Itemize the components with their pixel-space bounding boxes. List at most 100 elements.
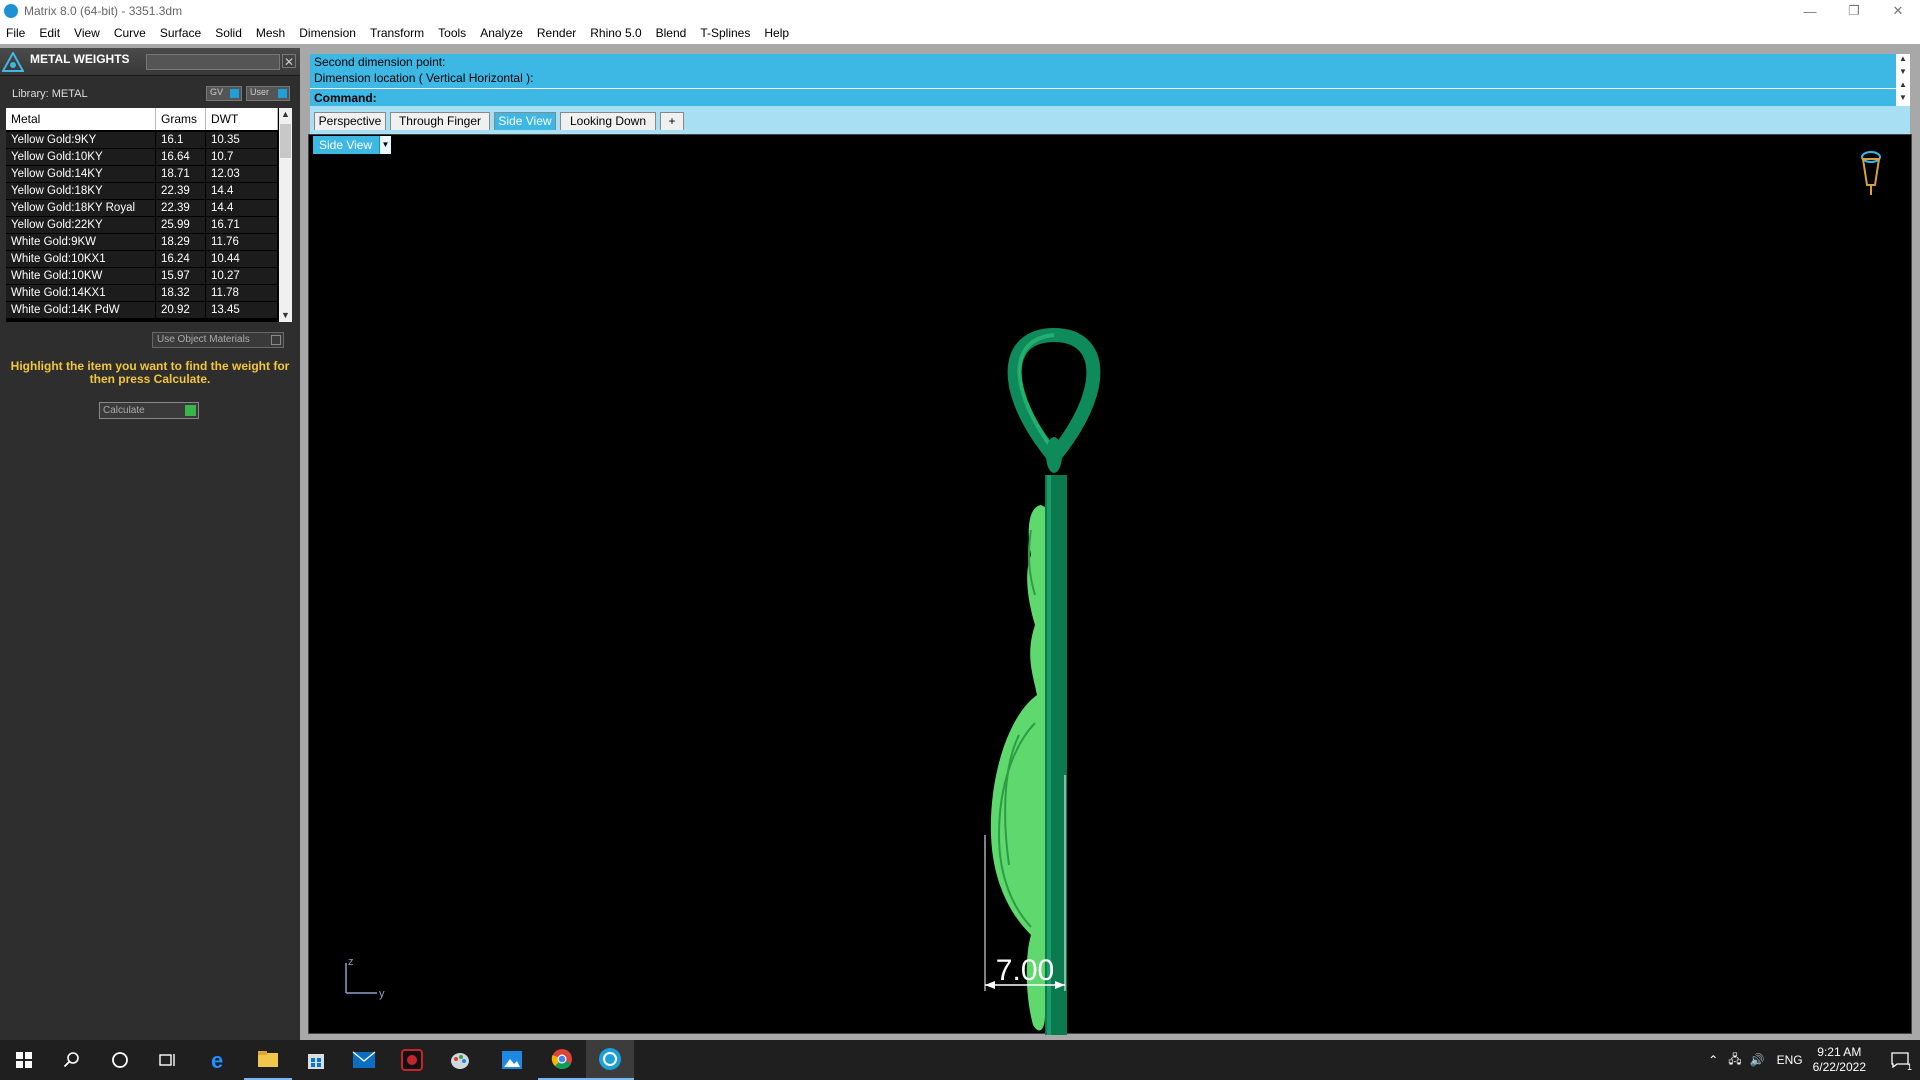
- column-header-metal[interactable]: Metal: [6, 108, 156, 130]
- svg-text:e: e: [211, 1049, 223, 1071]
- use-object-materials-checkbox[interactable]: Use Object Materials: [152, 332, 284, 348]
- table-row[interactable]: Yellow Gold:18KY Royal 22.39 14.4: [6, 200, 278, 217]
- scroll-up-icon[interactable]: ▲: [279, 108, 292, 121]
- user-toggle[interactable]: User: [246, 86, 290, 101]
- viewport-tabs: Perspective Through Finger Side View Loo…: [310, 106, 1910, 134]
- table-scrollbar[interactable]: ▲ ▼: [279, 108, 292, 322]
- menu-tsplines[interactable]: T-Splines: [700, 26, 750, 40]
- cell-metal: White Gold:14KX1: [6, 285, 156, 301]
- cortana-icon[interactable]: [96, 1040, 144, 1080]
- table-row[interactable]: White Gold:14KX1 18.32 11.78: [6, 285, 278, 302]
- menu-blend[interactable]: Blend: [656, 26, 687, 40]
- cell-metal: White Gold:14K PdW: [6, 302, 156, 318]
- tab-perspective[interactable]: Perspective: [314, 112, 386, 130]
- table-row[interactable]: Yellow Gold:10KY 16.64 10.7: [6, 149, 278, 166]
- cell-dwt: 10.35: [206, 132, 278, 148]
- scroll-down-icon[interactable]: ▼: [1896, 93, 1910, 106]
- column-header-dwt[interactable]: DWT: [206, 108, 278, 130]
- menu-edit[interactable]: Edit: [39, 26, 60, 40]
- photos-icon[interactable]: [488, 1040, 536, 1080]
- tray-chevron-icon[interactable]: ⌃: [1708, 1053, 1718, 1067]
- panel-close-icon[interactable]: ✕: [282, 54, 296, 69]
- menu-surface[interactable]: Surface: [160, 26, 201, 40]
- table-row[interactable]: Yellow Gold:9KY 16.1 10.35: [6, 132, 278, 149]
- table-row[interactable]: Yellow Gold:18KY 22.39 14.4: [6, 183, 278, 200]
- table-row[interactable]: Yellow Gold:22KY 25.99 16.71: [6, 217, 278, 234]
- menu-file[interactable]: File: [6, 26, 25, 40]
- front-relief: [990, 505, 1045, 1031]
- cell-metal: White Gold:10KW: [6, 268, 156, 284]
- search-icon[interactable]: [48, 1040, 96, 1080]
- minimize-button[interactable]: —: [1788, 0, 1832, 22]
- menu-rhino[interactable]: Rhino 5.0: [590, 26, 641, 40]
- store-icon[interactable]: [292, 1040, 340, 1080]
- menu-transform[interactable]: Transform: [370, 26, 424, 40]
- paint-icon[interactable]: [436, 1040, 484, 1080]
- network-icon[interactable]: 🖧: [1728, 1050, 1741, 1071]
- menu-help[interactable]: Help: [764, 26, 789, 40]
- volume-icon[interactable]: 🔊: [1750, 1053, 1765, 1067]
- cell-dwt: 13.45: [206, 302, 278, 318]
- view-gumball-icon[interactable]: [1861, 151, 1881, 195]
- table-row[interactable]: White Gold:10KW 15.97 10.27: [6, 268, 278, 285]
- matrix-icon[interactable]: [586, 1040, 634, 1080]
- menu-view[interactable]: View: [74, 26, 100, 40]
- chrome-icon[interactable]: [538, 1040, 586, 1080]
- action-center-icon[interactable]: 1: [1880, 1040, 1920, 1080]
- menu-curve[interactable]: Curve: [114, 26, 146, 40]
- calculate-button[interactable]: Calculate: [99, 402, 199, 419]
- column-header-grams[interactable]: Grams: [156, 108, 206, 130]
- cell-dwt: 10.27: [206, 268, 278, 284]
- scroll-down-icon[interactable]: ▼: [1896, 67, 1910, 80]
- edge-icon[interactable]: e: [196, 1040, 244, 1080]
- scroll-up-icon[interactable]: ▲: [1896, 80, 1910, 93]
- cell-dwt: 10.44: [206, 251, 278, 267]
- file-explorer-icon[interactable]: [244, 1040, 292, 1080]
- cell-grams: 16.64: [156, 149, 206, 165]
- user-label: User: [250, 87, 270, 97]
- command-input[interactable]: [388, 90, 1888, 105]
- menu-dimension[interactable]: Dimension: [299, 26, 356, 40]
- dimension-value: 7.00: [996, 954, 1054, 987]
- side-view-viewport[interactable]: Side View ▼ 7.00 z y: [308, 134, 1913, 1035]
- mail-icon[interactable]: [340, 1040, 388, 1080]
- menu-tools[interactable]: Tools: [438, 26, 466, 40]
- tab-through-finger[interactable]: Through Finger: [390, 112, 490, 130]
- clock-time: 9:21 AM: [1817, 1045, 1862, 1059]
- calculate-label: Calculate: [103, 405, 145, 416]
- table-row[interactable]: White Gold:9KW 18.29 11.76: [6, 234, 278, 251]
- cell-grams: 18.71: [156, 166, 206, 182]
- task-view-icon[interactable]: [144, 1040, 192, 1080]
- command-scrollbar[interactable]: ▲ ▼ ▲ ▼: [1896, 54, 1910, 106]
- cell-grams: 20.92: [156, 302, 206, 318]
- scroll-down-icon[interactable]: ▼: [279, 309, 292, 322]
- gv-toggle[interactable]: GV: [206, 86, 242, 101]
- menu-solid[interactable]: Solid: [215, 26, 242, 40]
- cell-metal: Yellow Gold:9KY: [6, 132, 156, 148]
- menu-mesh[interactable]: Mesh: [256, 26, 285, 40]
- table-row[interactable]: White Gold:14K PdW 20.92 13.45: [6, 302, 278, 319]
- start-icon[interactable]: [0, 1040, 48, 1080]
- play-icon: [185, 405, 196, 416]
- pendant-model[interactable]: 7.00 z y: [309, 135, 1913, 1035]
- clock[interactable]: 9:21 AM 6/22/2022: [1813, 1045, 1866, 1075]
- add-tab-icon[interactable]: +: [660, 112, 684, 130]
- menu-render[interactable]: Render: [537, 26, 576, 40]
- language-indicator[interactable]: ENG: [1777, 1053, 1803, 1067]
- close-button[interactable]: ✕: [1876, 0, 1920, 22]
- tab-looking-down[interactable]: Looking Down: [560, 112, 656, 130]
- tab-side-view[interactable]: Side View: [494, 112, 556, 130]
- table-header: Metal Grams DWT: [6, 108, 278, 130]
- scroll-thumb[interactable]: [280, 124, 291, 158]
- gv-label: GV: [210, 87, 224, 97]
- app-red-icon[interactable]: [388, 1040, 436, 1080]
- table-row[interactable]: Yellow Gold:14KY 18.71 12.03: [6, 166, 278, 183]
- table-row[interactable]: White Gold:10KX1 16.24 10.44: [6, 251, 278, 268]
- table-body: Yellow Gold:9KY 16.1 10.35 Yellow Gold:10K…: [6, 132, 278, 319]
- jump-ring: [1046, 437, 1062, 473]
- restore-button[interactable]: ❐: [1832, 0, 1876, 22]
- cell-dwt: 16.71: [206, 217, 278, 233]
- menu-analyze[interactable]: Analyze: [480, 26, 523, 40]
- cell-dwt: 12.03: [206, 166, 278, 182]
- scroll-up-icon[interactable]: ▲: [1896, 54, 1910, 67]
